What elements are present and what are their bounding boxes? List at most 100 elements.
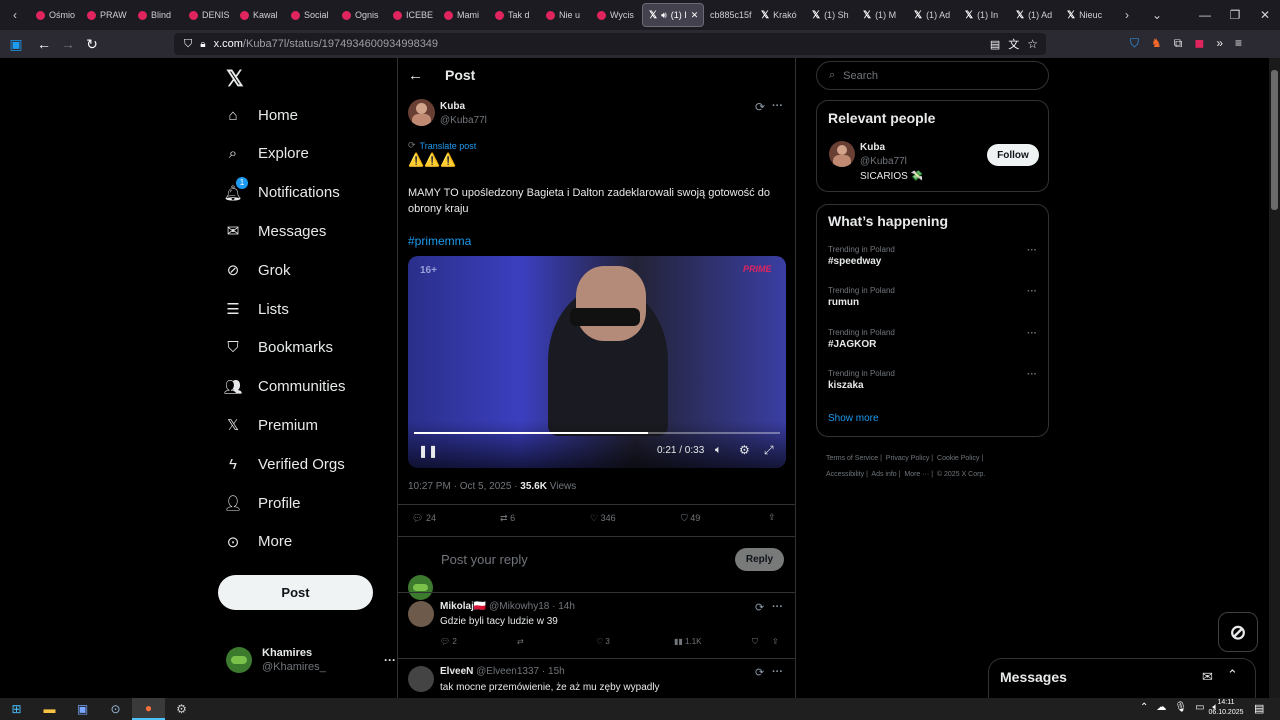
nav-item-home[interactable]: ⌂ Home bbox=[222, 104, 298, 126]
footer-privacy-link[interactable]: Privacy Policy bbox=[886, 455, 930, 462]
trend-more-icon[interactable]: ··· bbox=[1027, 245, 1037, 256]
app-icon[interactable]: ▣ bbox=[66, 698, 99, 720]
browser-tab[interactable]: Ognis bbox=[336, 3, 387, 27]
reply-action[interactable]: 💬︎ 24 bbox=[412, 513, 436, 524]
relevant-handle[interactable]: @Kuba77l bbox=[860, 156, 907, 167]
reply-button[interactable]: Reply bbox=[735, 548, 784, 571]
microphone-icon[interactable]: 🎙︎ bbox=[1174, 702, 1187, 713]
browser-tab[interactable]: Ośmio bbox=[30, 3, 81, 27]
reply-item[interactable]: ElveeN @Elveen1337 · 15h ⟳ ··· tak mocne… bbox=[398, 660, 795, 698]
repost-action[interactable]: ⇄ 6 bbox=[500, 513, 515, 524]
reply-more-icon[interactable]: ··· bbox=[772, 601, 783, 613]
pause-icon[interactable]: ❚❚ bbox=[418, 444, 438, 458]
follow-button[interactable]: Follow bbox=[987, 144, 1039, 166]
translate-icon[interactable]: 文 bbox=[1008, 36, 1019, 52]
reply-item[interactable]: Mikolaj🇵🇱 @Mikowhy18 · 14h ⟳ ··· Gdzie b… bbox=[398, 593, 795, 659]
browser-tab[interactable]: Nie u bbox=[540, 3, 591, 27]
video-player[interactable]: 16+ PRIME ❚❚ 0:21 / 0:33 🔈︎ ⚙ ⤢ bbox=[408, 256, 786, 468]
nav-item-more[interactable]: ⊙ More bbox=[222, 531, 292, 553]
browser-tab[interactable]: Tak d bbox=[489, 3, 540, 27]
forward-icon[interactable]: → bbox=[56, 36, 80, 52]
reply-time[interactable]: · 14h bbox=[552, 601, 575, 612]
reply-author-name[interactable]: ElveeN bbox=[440, 666, 473, 677]
extensions-icon[interactable]: ⧉ bbox=[1174, 36, 1183, 51]
nav-item-lists[interactable]: ☰ Lists bbox=[222, 298, 289, 320]
browser-tab[interactable]: 𝕏 (1) Ad bbox=[908, 3, 959, 27]
browser-tab[interactable]: 𝕏 (1) Sh bbox=[806, 3, 857, 27]
network-icon[interactable]: ▭ bbox=[1195, 702, 1204, 713]
reply-share-icon[interactable]: ⇪ bbox=[772, 637, 779, 646]
browser-tab[interactable]: PRAW bbox=[81, 3, 132, 27]
trend-more-icon[interactable]: ··· bbox=[1027, 369, 1037, 380]
author-avatar[interactable] bbox=[408, 99, 435, 126]
grok-icon[interactable]: ⟳ bbox=[755, 100, 765, 114]
browser-tab[interactable]: 𝕏 Nieuc bbox=[1061, 3, 1112, 27]
close-window-icon[interactable]: ✕ bbox=[1250, 8, 1280, 22]
shield-icon[interactable]: ⛉ bbox=[184, 38, 192, 51]
nav-item-messages[interactable]: ✉ Messages bbox=[222, 220, 327, 242]
translate-link[interactable]: ⟳ Translate post bbox=[408, 140, 476, 151]
minimize-icon[interactable]: — bbox=[1190, 8, 1220, 22]
tab-scroll-right-icon[interactable]: › bbox=[1112, 8, 1142, 22]
bookmark-star-icon[interactable]: ☆ bbox=[1027, 37, 1038, 51]
post-timestamp[interactable]: 10:27 PM · Oct 5, 2025 · bbox=[408, 481, 520, 492]
reply-reply-action[interactable]: 💬︎ 2 bbox=[440, 637, 457, 646]
trend-item[interactable]: Trending in Poland #speedway ··· bbox=[828, 245, 1038, 279]
new-message-icon[interactable]: ✉ bbox=[1202, 669, 1213, 685]
reply-grok-icon[interactable]: ⟳ bbox=[755, 666, 764, 679]
reply-views-action[interactable]: ▮▮ 1.1K bbox=[674, 637, 702, 646]
file-explorer-icon[interactable]: ▬ bbox=[33, 698, 66, 720]
footer-ads-link[interactable]: Ads info bbox=[871, 471, 896, 478]
tab-scroll-left-icon[interactable]: ‹ bbox=[0, 8, 30, 22]
account-more-icon[interactable]: ··· bbox=[384, 653, 396, 667]
reply-author-handle[interactable]: @Elveen1337 bbox=[476, 666, 539, 677]
messages-dock[interactable]: Messages ✉ ⌃ bbox=[988, 658, 1256, 698]
volume-icon[interactable]: 🔈︎ bbox=[715, 444, 722, 457]
browser-tab[interactable]: 𝕏 Krakó bbox=[755, 3, 806, 27]
nav-item-premium[interactable]: 𝕏 Premium bbox=[222, 414, 318, 436]
clock[interactable]: 14:11 06.10.2025 bbox=[1206, 698, 1246, 718]
browser-tab[interactable]: 𝕏 (1) In bbox=[959, 3, 1010, 27]
page-scrollbar[interactable] bbox=[1269, 58, 1280, 698]
browser-tab[interactable]: DENIS bbox=[183, 3, 234, 27]
maximize-icon[interactable]: ❐ bbox=[1220, 8, 1250, 22]
browser-tab[interactable]: Wycis bbox=[591, 3, 642, 27]
sidebar-toggle-icon[interactable]: ▣ bbox=[4, 36, 28, 53]
post-button[interactable]: Post bbox=[218, 575, 373, 610]
notification-center-icon[interactable]: ▤ bbox=[1254, 702, 1264, 715]
reply-like-action[interactable]: ♡ 3 bbox=[596, 637, 610, 646]
relevant-name[interactable]: Kuba bbox=[860, 142, 885, 153]
reader-view-icon[interactable]: ▤ bbox=[990, 38, 1000, 51]
author-name[interactable]: Kuba bbox=[440, 101, 465, 112]
search-input[interactable]: ⌕ Search bbox=[816, 61, 1049, 90]
url-bar[interactable]: ⛉ 🔒︎ x.com/Kuba77l/status/19749346009349… bbox=[174, 33, 1046, 55]
footer-accessibility-link[interactable]: Accessibility bbox=[826, 471, 864, 478]
reply-time[interactable]: · 15h bbox=[542, 666, 565, 677]
hamburger-menu-icon[interactable]: ≡ bbox=[1235, 36, 1242, 51]
reply-grok-icon[interactable]: ⟳ bbox=[755, 601, 764, 614]
browser-tab[interactable]: 𝕏 (1) Ad bbox=[1010, 3, 1061, 27]
browser-tab[interactable]: Mami bbox=[438, 3, 489, 27]
bookmark-action[interactable]: ⛉ 49 bbox=[681, 513, 700, 524]
firefox-icon[interactable]: ● bbox=[132, 698, 165, 720]
audio-playing-icon[interactable]: 🔊︎ bbox=[661, 10, 667, 21]
x-logo-icon[interactable]: 𝕏 bbox=[226, 66, 244, 92]
reload-icon[interactable]: ↻ bbox=[80, 36, 104, 53]
onedrive-icon[interactable]: ☁ bbox=[1156, 702, 1166, 713]
settings-gear-icon[interactable]: ⚙ bbox=[739, 443, 750, 457]
app-icon[interactable]: ⚙ bbox=[165, 698, 198, 720]
reply-more-icon[interactable]: ··· bbox=[772, 666, 783, 678]
overflow-chevron-icon[interactable]: » bbox=[1216, 36, 1223, 51]
fullscreen-icon[interactable]: ⤢ bbox=[764, 443, 774, 458]
browser-tab[interactable]: ICEBE bbox=[387, 3, 438, 27]
author-handle[interactable]: @Kuba77l bbox=[440, 115, 487, 126]
share-icon[interactable]: ⇪ bbox=[768, 512, 776, 523]
addon-badge-icon[interactable]: ◼ bbox=[1194, 36, 1204, 51]
nav-item-profile[interactable]: 👤︎ Profile bbox=[222, 492, 300, 514]
grok-floating-icon[interactable]: ⊘ bbox=[1218, 612, 1258, 652]
nav-item-notifications[interactable]: 🔔︎ 1 Notifications bbox=[222, 176, 340, 204]
close-tab-icon[interactable]: ✕ bbox=[691, 10, 699, 21]
back-arrow-icon[interactable]: ← bbox=[408, 67, 423, 84]
browser-tab[interactable]: cb885c15f bbox=[704, 3, 755, 27]
like-action[interactable]: ♡ 346 bbox=[590, 513, 616, 524]
